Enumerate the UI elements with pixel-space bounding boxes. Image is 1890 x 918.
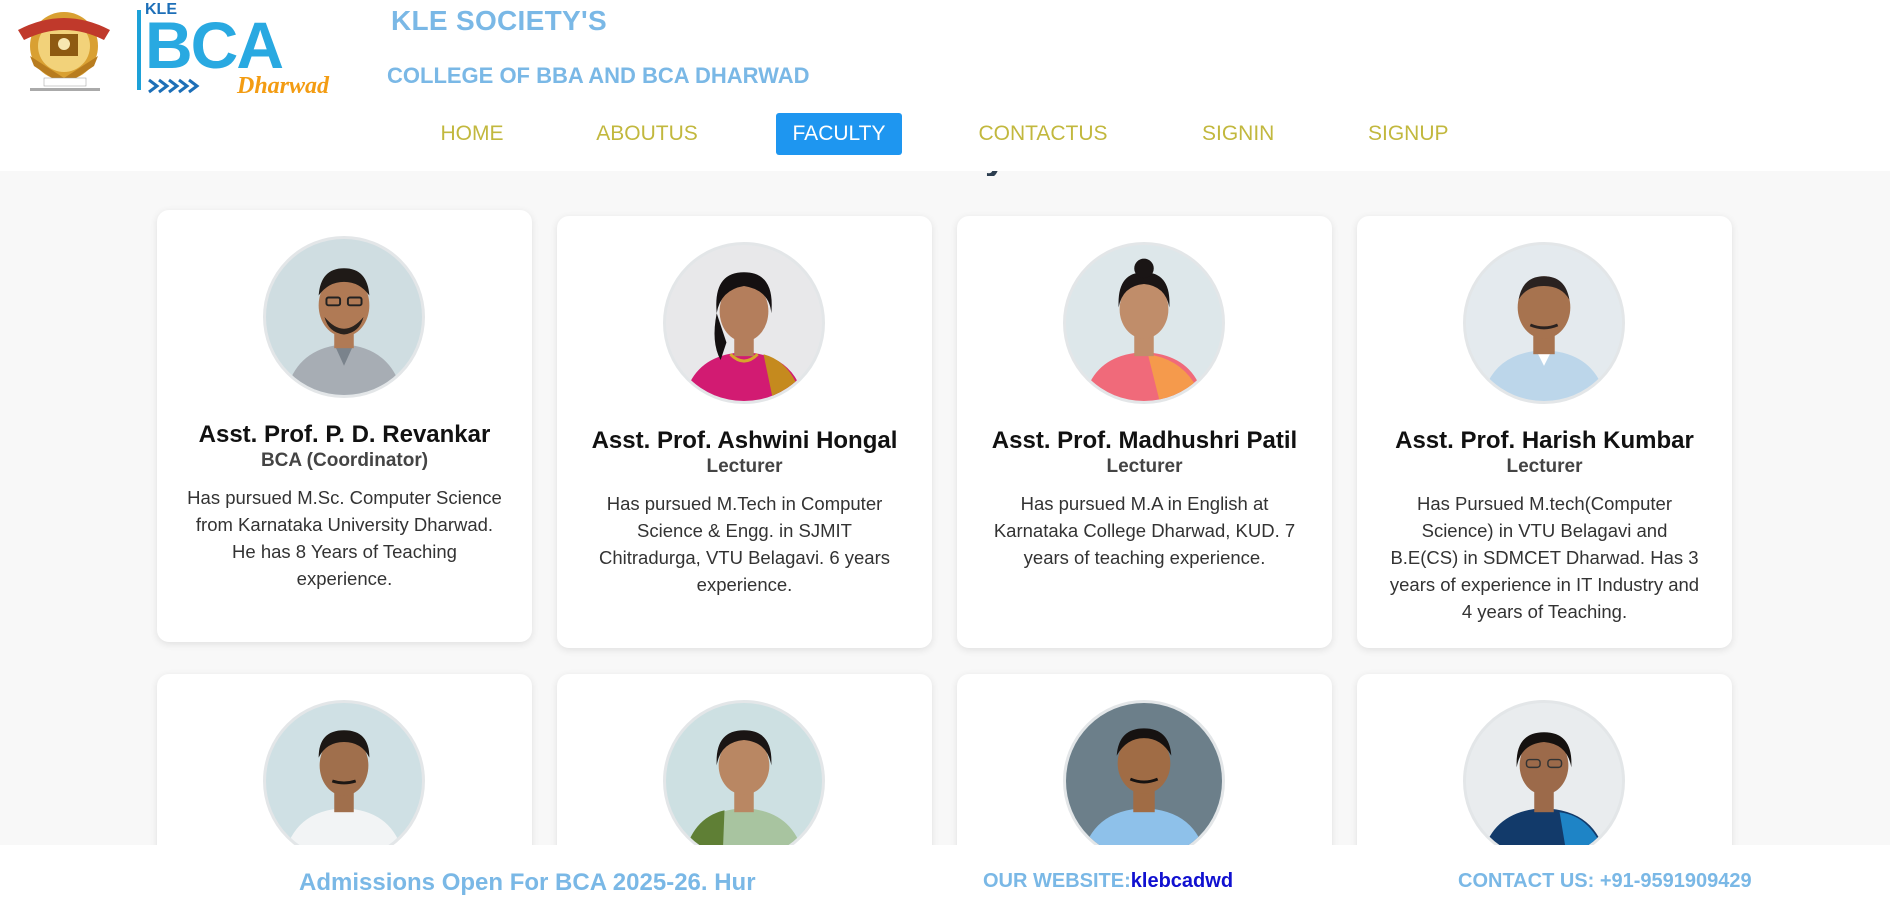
website-info: OUR WEBSITE:klebcadwd	[983, 870, 1233, 893]
nav-signin[interactable]: SIGNIN	[1190, 113, 1286, 155]
faculty-photo-avatar	[1463, 700, 1625, 862]
faculty-bio: Has pursued M.Sc. Computer Science from …	[187, 487, 502, 589]
faculty-photo-avatar	[1063, 700, 1225, 862]
faculty-bio: Has pursued M.A in English at Karnataka …	[993, 493, 1296, 568]
faculty-bio: Has Pursued M.tech(Computer Science) in …	[1389, 493, 1700, 622]
nav-contactus[interactable]: CONTACTUS	[964, 113, 1122, 155]
faculty-photo-avatar	[1463, 242, 1625, 404]
website-link[interactable]: klebcadwd	[1131, 870, 1233, 892]
main-nav: HOME ABOUTUS FACULTY CONTACTUS SIGNIN SI…	[0, 113, 1890, 155]
logo-bca-text: BCA	[145, 8, 282, 82]
faculty-photo-avatar	[1063, 242, 1225, 404]
website-label: OUR WEBSITE:	[983, 870, 1131, 892]
society-title: KLE SOCIETY'S	[391, 5, 607, 36]
college-logo[interactable]: KLE BCA Dharwad	[0, 0, 373, 99]
faculty-photo-avatar	[263, 236, 425, 398]
faculty-card: Asst. Prof. Madhushri Patil Lecturer Has…	[957, 216, 1332, 648]
bca-logo-icon: KLE BCA Dharwad	[133, 0, 373, 99]
nav-signup[interactable]: SIGNUP	[1356, 113, 1460, 155]
nav-faculty[interactable]: FACULTY	[776, 113, 902, 155]
faculty-card: Asst. Prof. Ashwini Hongal Lecturer Has …	[557, 216, 932, 648]
site-header: KLE BCA Dharwad KLE SOCIETY'S COLLEGE OF…	[0, 0, 1890, 171]
faculty-photo-avatar	[663, 242, 825, 404]
faculty-role: BCA (Coordinator)	[260, 450, 429, 471]
site-footer: Admissions Open For BCA 2025-26. Hurry U…	[0, 845, 1890, 918]
admissions-marquee: Admissions Open For BCA 2025-26. Hurry U…	[299, 845, 756, 918]
faculty-name: Asst. Prof. Ashwini Hongal	[591, 427, 898, 454]
faculty-name: Asst. Prof. Harish Kumbar	[1395, 427, 1694, 454]
faculty-name: Asst. Prof. P. D. Revankar	[198, 421, 491, 448]
faculty-photo-avatar	[663, 700, 825, 862]
faculty-bio: Has pursued M.Tech in Computer Science &…	[599, 493, 890, 595]
faculty-name: Asst. Prof. Madhushri Patil	[991, 427, 1298, 454]
faculty-role: Lecturer	[706, 456, 783, 477]
faculty-role: Lecturer	[1106, 456, 1183, 477]
nav-home[interactable]: HOME	[428, 113, 516, 155]
faculty-card: Asst. Prof. Harish Kumbar Lecturer Has P…	[1357, 216, 1732, 648]
kle-emblem-icon	[0, 0, 133, 96]
logo-dharwad-text: Dharwad	[236, 73, 330, 96]
faculty-photo-avatar	[263, 700, 425, 862]
marquee-text: Admissions Open For BCA 2025-26. Hurry U…	[299, 869, 756, 896]
faculty-role: Lecturer	[1506, 456, 1583, 477]
college-title: COLLEGE OF BBA AND BCA DHARWAD	[387, 63, 810, 88]
contact-info: CONTACT US: +91-9591909429	[1458, 870, 1752, 892]
nav-aboutus[interactable]: ABOUTUS	[584, 113, 710, 155]
faculty-card: Asst. Prof. P. D. Revankar BCA (Coordina…	[157, 210, 532, 642]
